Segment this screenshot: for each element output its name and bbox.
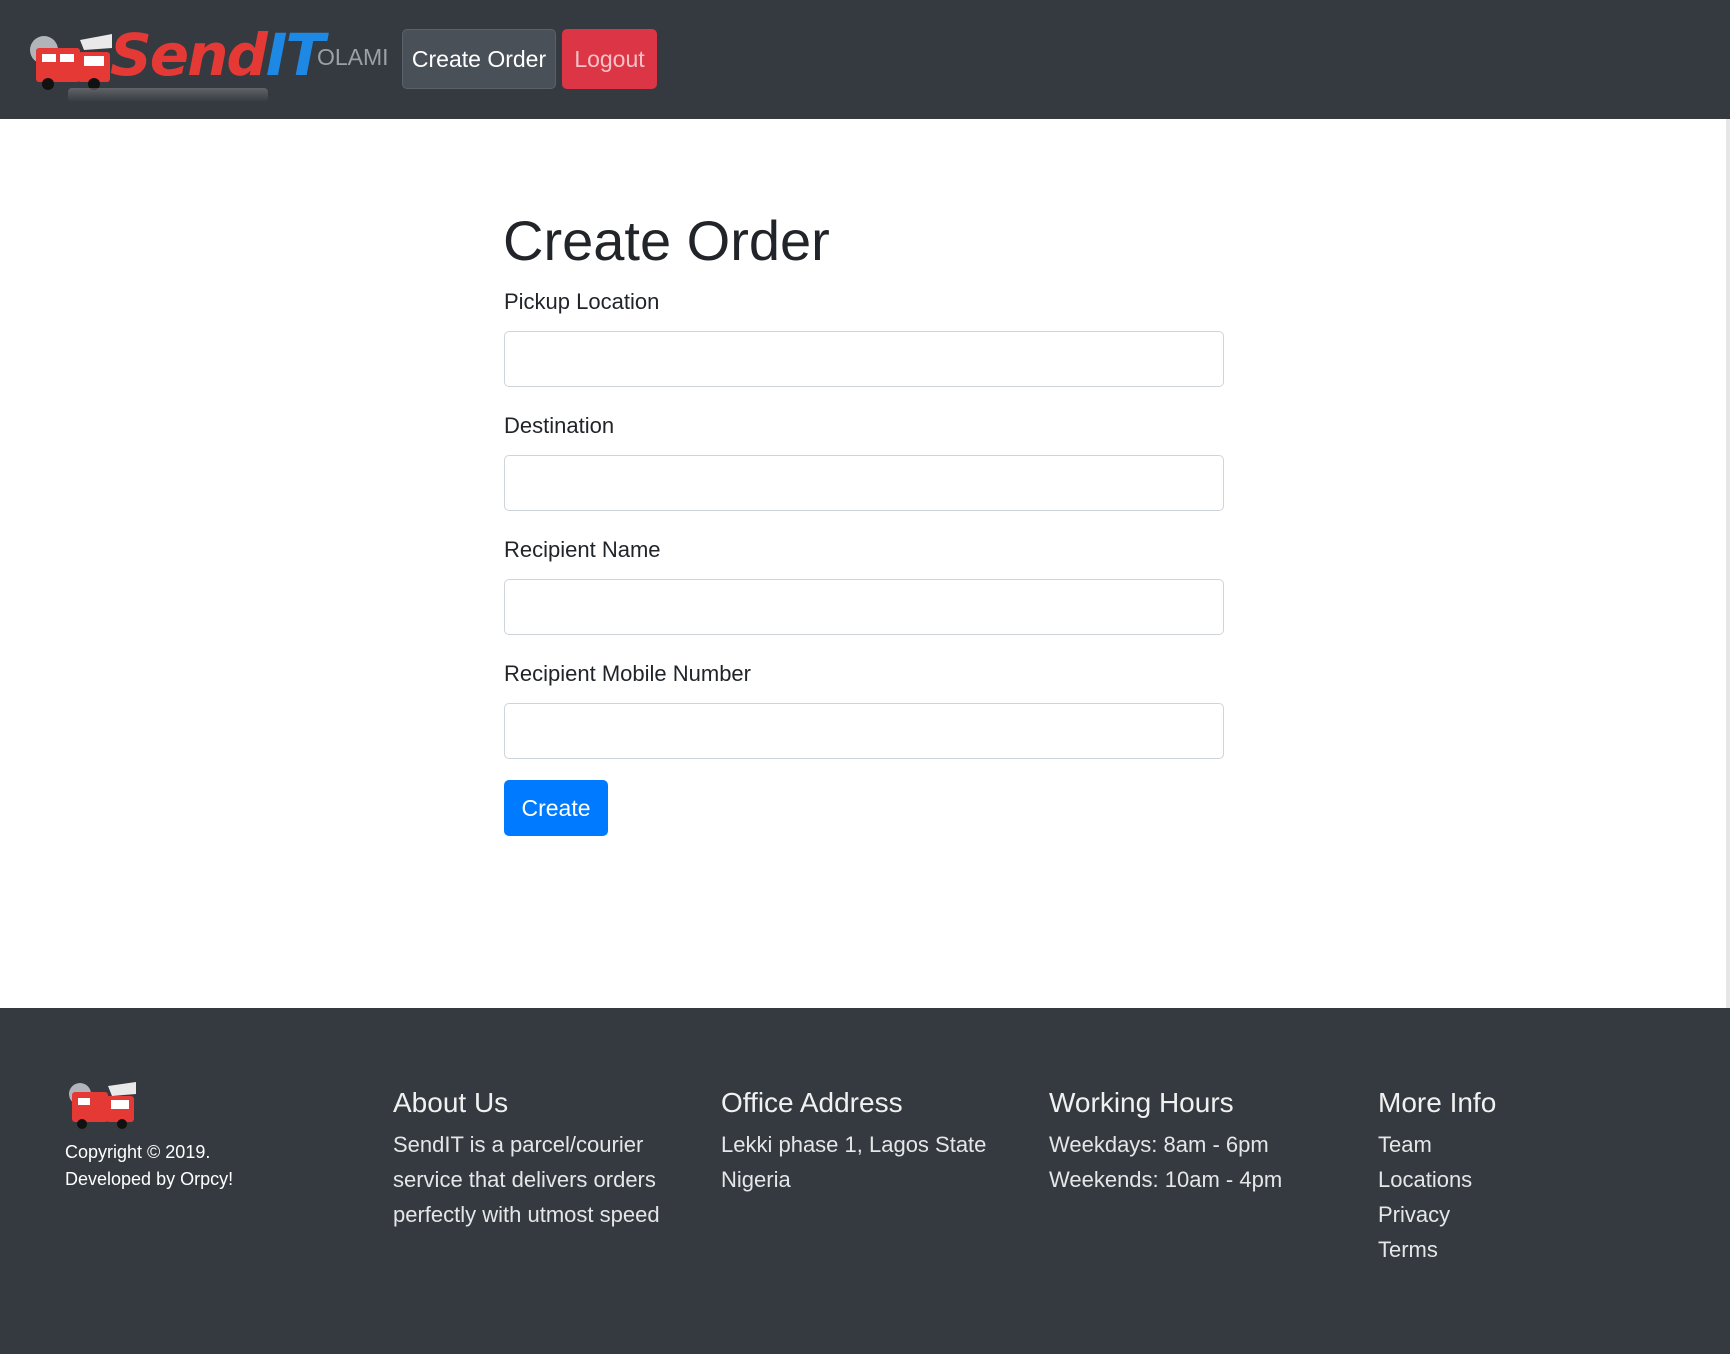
working-hours-heading: Working Hours xyxy=(1049,1087,1234,1118)
recipient-mobile-input[interactable] xyxy=(504,703,1224,759)
truck-icon xyxy=(69,1082,136,1129)
recipient-name-input[interactable] xyxy=(504,579,1224,635)
developed-by-text: Developed by Orpcy! xyxy=(65,1169,234,1189)
footer-link-privacy[interactable]: Privacy xyxy=(1378,1197,1496,1232)
working-hours-section: Working Hours Weekdays: 8am - 6pm Weeken… xyxy=(1049,1079,1282,1197)
recipient-mobile-label: Recipient Mobile Number xyxy=(504,661,751,686)
brand-it-text: IT xyxy=(265,21,325,89)
navbar: SendIT OLAMI Create Order Logout xyxy=(0,0,1730,119)
footer-link-team[interactable]: Team xyxy=(1378,1127,1496,1162)
brand-send-text: Send xyxy=(110,21,268,89)
more-info-section: More Info Team Locations Privacy Terms xyxy=(1378,1079,1496,1267)
footer-link-terms[interactable]: Terms xyxy=(1378,1232,1496,1267)
scrollbar-track[interactable] xyxy=(1726,119,1730,1008)
footer-link-locations[interactable]: Locations xyxy=(1378,1162,1496,1197)
copyright-text: Copyright © 2019. xyxy=(65,1142,211,1162)
weekends-hours: Weekends: 10am - 4pm xyxy=(1049,1167,1283,1192)
footer-copyright: Copyright © 2019. Developed by Orpcy! xyxy=(65,1139,233,1193)
pickup-location-label: Pickup Location xyxy=(504,289,660,314)
create-order-button[interactable]: Create Order xyxy=(402,29,556,89)
office-address-section: Office Address Lekki phase 1, Lagos Stat… xyxy=(721,1079,986,1197)
address-line: Nigeria xyxy=(721,1167,791,1192)
logout-button[interactable]: Logout xyxy=(562,29,657,89)
about-line: service that delivers orders xyxy=(393,1167,656,1192)
page-title: Create Order xyxy=(503,209,830,272)
more-info-heading: More Info xyxy=(1378,1087,1497,1118)
address-line: Lekki phase 1, Lagos State xyxy=(721,1132,987,1157)
footer: Copyright © 2019. Developed by Orpcy! Ab… xyxy=(0,1008,1730,1354)
office-address-heading: Office Address xyxy=(721,1087,903,1118)
create-button[interactable]: Create xyxy=(504,780,608,836)
brand-logo[interactable]: SendIT xyxy=(28,22,325,102)
weekdays-hours: Weekdays: 8am - 6pm xyxy=(1049,1132,1269,1157)
brand-reflection xyxy=(68,88,268,102)
page-bottom-edge xyxy=(0,1354,1730,1358)
about-us-heading: About Us xyxy=(393,1087,509,1118)
about-us-section: About Us SendIT is a parcel/courier serv… xyxy=(393,1079,660,1232)
destination-input[interactable] xyxy=(504,455,1224,511)
about-line: perfectly with utmost speed xyxy=(393,1202,660,1227)
destination-label: Destination xyxy=(504,413,615,438)
about-line: SendIT is a parcel/courier xyxy=(393,1132,644,1157)
pickup-location-input[interactable] xyxy=(504,331,1224,387)
nav-username[interactable]: OLAMI xyxy=(317,44,389,71)
recipient-name-label: Recipient Name xyxy=(504,537,661,562)
brand-name: SendIT xyxy=(110,26,325,84)
